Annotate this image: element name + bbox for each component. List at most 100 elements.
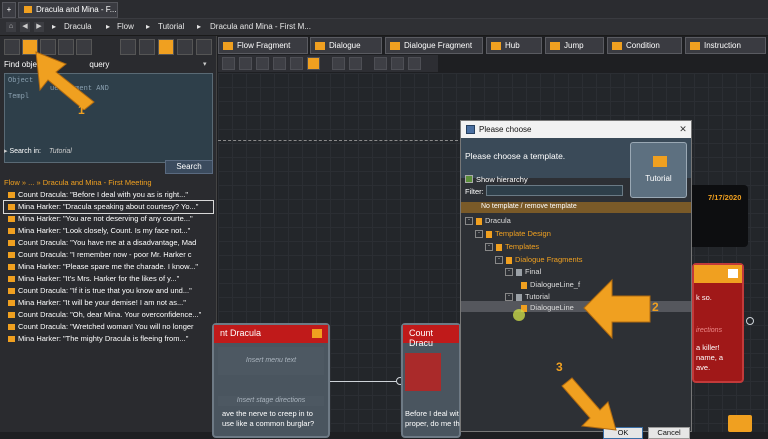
forward-arrow-icon[interactable]: ▶ [34,22,44,32]
list-view-icon[interactable] [4,39,20,55]
node-type-dialogue-fragment[interactable]: Dialogue Fragment [385,37,483,54]
dialogue-fragment-icon [8,228,15,234]
list-item[interactable]: Count Dracula: "Before I deal with you a… [4,189,213,201]
flow-fragment-icon [223,41,233,50]
folder-icon [516,293,522,301]
breadcrumb-item-tutorial[interactable]: Tutorial [158,22,184,31]
dialogue-text[interactable]: Before I deal wit proper, do me th [405,409,461,429]
menu-text-field[interactable]: Insert menu text [218,347,324,375]
search-in-row[interactable]: ▸ Search in: Tutorial [4,147,72,155]
cancel-button[interactable]: Cancel [648,427,690,439]
list-item[interactable]: Mina Harker: "It's Mrs. Harker for the l… [4,273,213,285]
dialogue-node-mina[interactable]: k so. irections a killer! name, a ave. [692,263,744,383]
annotation-number-3: 3 [556,360,563,374]
list-item[interactable]: Count Dracula: "I remember now - poor Mr… [4,249,213,261]
tree-item-template-design[interactable]: - Template Design [475,229,551,241]
select-icon[interactable] [256,57,269,70]
connection-pin[interactable] [746,317,754,325]
dialogue-fragment-icon [8,216,15,222]
project-icon [476,217,482,225]
fit-icon[interactable] [239,57,252,70]
home-icon[interactable]: ⌂ [6,22,16,32]
dialogue-node-count-dracula-2[interactable]: Count Dracu Before I deal wit proper, do… [401,323,461,438]
node-type-condition[interactable]: Condition [607,37,682,54]
back-arrow-icon[interactable]: ◀ [20,22,30,32]
breadcrumb-item-current[interactable]: Dracula and Mina - First M... [210,22,311,31]
breadcrumb-separator: ▸ [106,22,111,31]
list-item[interactable]: Mina Harker: "The mighty Dracula is flee… [4,333,213,345]
collapse-icon: - [465,217,473,226]
date-node[interactable]: 7/17/2020 [688,185,748,247]
dialogue-text[interactable]: k so. [696,293,712,303]
node-type-label: Dialogue [329,41,361,50]
node-type-jump[interactable]: Jump [545,37,604,54]
stage-directions-field[interactable]: Insert stage directions [218,396,324,406]
new-tab-button[interactable]: + [2,2,16,18]
distribute-icon[interactable] [391,57,404,70]
connect-icon[interactable] [332,57,345,70]
folder-icon [496,243,502,251]
chevron-down-icon[interactable]: ▾ [203,60,207,68]
navigate-icon[interactable] [307,57,320,70]
annotation-arrow-3-icon [561,377,617,431]
stage-directions-field[interactable]: irections [696,327,722,334]
node-type-flow-fragment[interactable]: Flow Fragment [218,37,308,54]
globe-icon[interactable] [139,39,155,55]
list-item[interactable]: Mina Harker: "Please spare me the charad… [4,261,213,273]
app-icon [466,125,475,134]
breadcrumb-separator: ▸ [146,22,151,31]
warning-icon[interactable] [177,39,193,55]
align-icon[interactable] [374,57,387,70]
tree-item-dialogueline-f[interactable]: DialogueLine_f [521,280,580,292]
dialogue-fragment-icon [8,264,15,270]
tab-dracula-and-mina[interactable]: Dracula and Mina - F... [18,2,118,18]
search-button[interactable]: Search [165,160,213,174]
flow-icon [24,6,32,14]
dialogue-text[interactable]: ave the nerve to creep in to use like a … [222,409,322,429]
disconnect-icon[interactable] [349,57,362,70]
tree-item-dialogueline[interactable]: DialogueLine [521,303,574,315]
tree-item-final[interactable]: - Final [505,267,541,279]
results-list: Flow » ... » Dracula and Mina - First Me… [3,178,214,428]
filter-input[interactable] [486,185,623,196]
list-item[interactable]: Count Dracula: "Oh, dear Mina. Your over… [4,309,213,321]
list-item[interactable]: Count Dracula: "Wretched woman! You will… [4,321,213,333]
list-item[interactable]: Mina Harker: "Dracula speaking about cou… [3,200,214,214]
list-item[interactable]: Count Dracula: "You have me at a disadva… [4,237,213,249]
close-icon[interactable]: ✕ [677,123,689,135]
node-type-label: Jump [564,41,584,50]
show-hierarchy-checkbox[interactable] [465,175,473,183]
folder-icon [506,256,512,264]
node-type-instruction[interactable]: Instruction [685,37,766,54]
search-in-label: Search in: [9,148,41,155]
dialogue-text[interactable]: a killer! name, a ave. [696,343,723,373]
group-icon[interactable] [408,57,421,70]
search-icon[interactable] [158,39,174,55]
list-item[interactable]: Mina Harker: "Look closely, Count. Is my… [4,225,213,237]
dialogue-fragment-icon [8,240,15,246]
no-template-option[interactable]: No template / remove template [461,202,691,213]
paste-icon[interactable] [290,57,303,70]
results-header[interactable]: Flow » ... » Dracula and Mina - First Me… [4,178,213,189]
node-type-dialogue[interactable]: Dialogue [310,37,382,54]
zoom-icon[interactable] [222,57,235,70]
list-item[interactable]: Count Dracula: "If it is true that you k… [4,285,213,297]
breadcrumb-item-dracula[interactable]: Dracula [64,22,92,31]
grid-icon[interactable] [120,39,136,55]
note-icon [728,269,738,278]
tree-item-dialogue-fragments[interactable]: - Dialogue Fragments [495,255,583,267]
node-type-label: Condition [626,41,660,50]
breadcrumb-item-flow[interactable]: Flow [117,22,134,31]
breadcrumb-separator: ▸ [197,22,202,31]
tree-item-templates[interactable]: - Templates [485,242,539,254]
list-item[interactable]: Mina Harker: "It will be your demise! I … [4,297,213,309]
tree-item-dracula[interactable]: - Dracula [465,216,511,228]
connection-line [330,381,402,382]
document-icon[interactable] [196,39,212,55]
folder-icon [516,268,522,276]
list-item[interactable]: Mina Harker: "You are not deserving of a… [4,213,213,225]
copy-icon[interactable] [273,57,286,70]
node-type-hub[interactable]: Hub [486,37,542,54]
template-preview-tile[interactable]: Tutorial [630,142,687,198]
dialogue-node-count-dracula[interactable]: nt Dracula Insert menu text Insert stage… [212,323,330,438]
